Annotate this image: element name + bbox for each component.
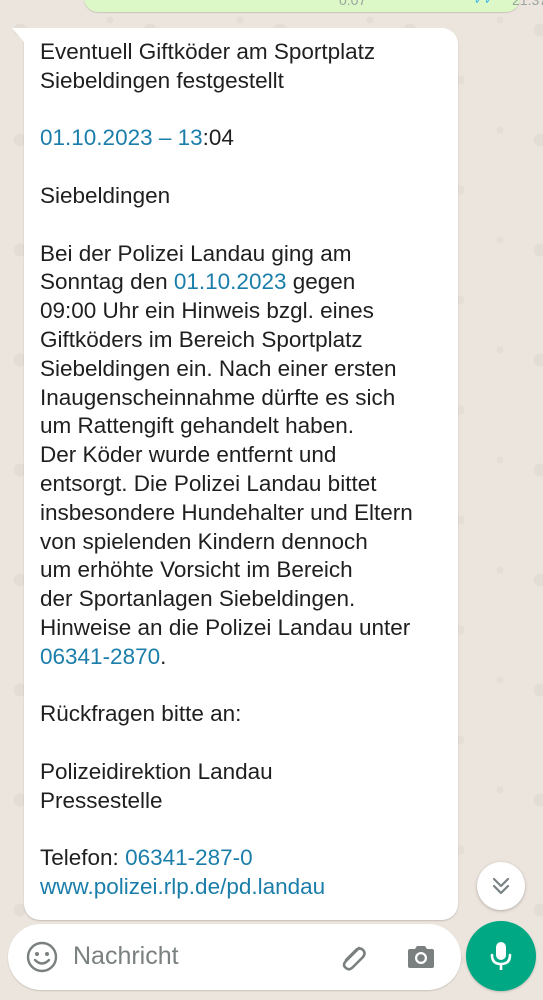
message-body-line: Hinweise an die Polizei Landau unter — [40, 614, 411, 640]
phone-link[interactable]: 06341-2870 — [40, 644, 160, 669]
previous-message-time: 21:37 — [512, 0, 543, 8]
message-body-line: der Sportanlagen Siebeldingen. — [40, 586, 356, 612]
microphone-icon — [490, 942, 512, 970]
paperclip-icon[interactable] — [335, 939, 371, 975]
voice-message-button[interactable] — [466, 921, 536, 991]
date-rest: :04 — [202, 125, 234, 151]
message-body-line: entsorgt. Die Polizei Landau bittet — [40, 470, 377, 496]
message-title-line: Siebeldingen festgestellt — [40, 67, 284, 93]
emoji-icon[interactable] — [25, 940, 59, 974]
message-body-line: Der Köder wurde entfernt und — [40, 442, 337, 468]
date-link[interactable]: 01.10.2023 – 13 — [40, 125, 203, 150]
message-body-line: von spielenden Kindern dennoch — [40, 528, 368, 554]
body-text: gegen — [286, 269, 356, 295]
message-body-line: um erhöhte Vorsicht im Bereich — [40, 557, 353, 583]
incoming-message-bubble[interactable]: Eventuell Giftköder am Sportplatz Siebel… — [12, 28, 458, 920]
contact-intro: Rückfragen bitte an: — [40, 701, 242, 727]
double-check-icon: ✓✓ — [473, 0, 494, 7]
message-body-line: 06341-2870. — [40, 643, 452, 672]
message-body-line: Sonntag den 01.10.2023 gegen — [40, 268, 452, 297]
website-line: www.polizei.rlp.de/pd.landau — [40, 873, 452, 902]
telephone-line: Telefon: 06341-287-0 — [40, 844, 452, 873]
message-title-line: Eventuell Giftköder am Sportplatz — [40, 39, 376, 64]
message-input[interactable]: Nachricht — [73, 942, 179, 971]
date-link[interactable]: 01.10.2023 — [174, 269, 287, 294]
website-link[interactable]: www.polizei.rlp.de/pd.landau — [40, 874, 325, 899]
message-text: Eventuell Giftköder am Sportplatz Siebel… — [40, 38, 452, 902]
message-body-line: Giftköders im Bereich Sportplatz — [40, 326, 363, 352]
telephone-label: Telefon: — [40, 845, 126, 871]
message-body-line: Bei der Polizei Landau ging am — [40, 240, 352, 266]
message-input-bar[interactable]: Nachricht — [8, 924, 461, 990]
organization-name: Polizeidirektion Landau — [40, 758, 273, 784]
message-body-line: 09:00 Uhr ein Hinweis bzgl. eines — [40, 298, 374, 324]
message-body-line: um Rattengift gehandelt haben. — [40, 413, 354, 439]
double-chevron-down-icon — [492, 877, 510, 895]
message-date-line: 01.10.2023 – 13:04 — [40, 124, 452, 153]
message-body-line: Inaugenscheinnahme dürfte es sich — [40, 384, 396, 410]
body-text: Sonntag den — [40, 269, 174, 295]
organization-department: Pressestelle — [40, 787, 163, 813]
message-body-line: insbesondere Hundehalter und Eltern — [40, 499, 413, 525]
scroll-to-bottom-button[interactable] — [477, 862, 525, 910]
message-body-line: Siebeldingen ein. Nach einer ersten — [40, 355, 397, 381]
message-location: Siebeldingen — [40, 182, 171, 208]
body-text: . — [160, 643, 167, 669]
previous-message-duration: 0:07 — [339, 0, 367, 8]
camera-icon[interactable] — [404, 940, 438, 974]
previous-message-bubble[interactable]: 0:07 21:37 ✓✓ — [84, 0, 543, 12]
telephone-link[interactable]: 06341-287-0 — [125, 845, 253, 870]
